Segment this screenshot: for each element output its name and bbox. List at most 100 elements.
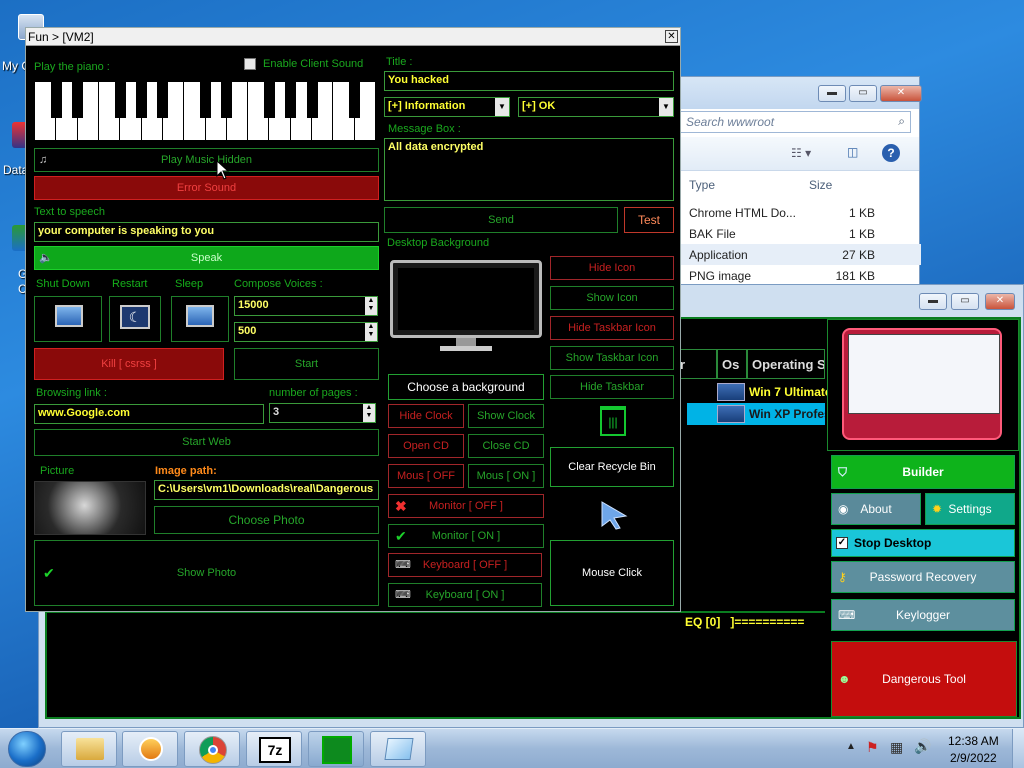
- test-button[interactable]: Test: [624, 207, 674, 233]
- voice-duration-input[interactable]: 500 ▲ ▼: [234, 322, 378, 342]
- piano-black-key[interactable]: [306, 82, 318, 118]
- play-music-hidden-button[interactable]: ♫ Play Music Hidden: [34, 148, 379, 172]
- search-input[interactable]: Search wwwroot ⌕: [679, 111, 911, 133]
- restart-button[interactable]: ☾: [109, 296, 161, 342]
- chevron-down-icon[interactable]: ▼: [495, 98, 509, 116]
- clear-recycle-bin-button[interactable]: Clear Recycle Bin: [550, 447, 674, 487]
- about-button[interactable]: ◉ About: [831, 493, 921, 525]
- piano-black-key[interactable]: [349, 82, 361, 118]
- dangerous-tool-button[interactable]: ☻ Dangerous Tool: [831, 641, 1017, 717]
- piano-black-key[interactable]: [285, 82, 297, 118]
- send-button[interactable]: Send: [384, 207, 618, 233]
- voice-frequency-input[interactable]: 15000 ▲ ▼: [234, 296, 378, 316]
- fun-window[interactable]: Fun > [VM2] ✕ Play the piano : Enable Cl…: [25, 27, 681, 612]
- network-icon[interactable]: ▦: [890, 739, 903, 756]
- start-orb-icon[interactable]: [8, 731, 46, 767]
- clock-time[interactable]: 12:38 AM: [948, 734, 999, 748]
- column-operating-system[interactable]: Operating Sys: [747, 349, 825, 379]
- piano-black-key[interactable]: [72, 82, 84, 118]
- monitor-off-button[interactable]: ✖ Monitor [ OFF ]: [388, 494, 544, 518]
- piano-keyboard[interactable]: [34, 81, 376, 141]
- taskbar-media-player[interactable]: [122, 731, 178, 767]
- search-icon[interactable]: ⌕: [898, 114, 905, 129]
- taskbar-chrome[interactable]: [184, 731, 240, 767]
- desktop-preview[interactable]: [827, 319, 1019, 451]
- show-hidden-icons-chevron[interactable]: ▲: [846, 741, 856, 752]
- chevron-down-icon[interactable]: ▼: [659, 98, 673, 116]
- hide-taskbar-icon-button[interactable]: Hide Taskbar Icon: [550, 316, 674, 340]
- piano-black-key[interactable]: [50, 82, 62, 118]
- show-desktop-button[interactable]: [1012, 729, 1024, 768]
- view-options-icon[interactable]: ☷ ▾: [791, 146, 811, 160]
- file-row[interactable]: BAK File 1 KB: [671, 223, 921, 244]
- spinner-arrows-icon[interactable]: ▲ ▼: [365, 323, 377, 341]
- mouse-on-button[interactable]: Mous [ ON ]: [468, 464, 544, 488]
- rat-close-button[interactable]: ✕: [985, 293, 1015, 310]
- file-row[interactable]: PNG image 181 KB: [671, 265, 921, 286]
- client-row[interactable]: Win 7 Ultimate: [687, 381, 832, 403]
- icon-type-select[interactable]: [+] Information ▼: [384, 97, 510, 117]
- keyboard-off-button[interactable]: ⌨ Keyboard [ OFF ]: [388, 553, 542, 577]
- mouse-off-button[interactable]: Mous [ OFF: [388, 464, 464, 488]
- speech-text-input[interactable]: your computer is speaking to you: [34, 222, 379, 242]
- keylogger-button[interactable]: ⌨ Keylogger: [831, 599, 1015, 631]
- explorer-window[interactable]: ▬ ▭ ✕ Search wwwroot ⌕ ☷ ▾ ◫ ? Type Size…: [670, 76, 922, 291]
- show-photo-button[interactable]: ✔ Show Photo: [34, 540, 379, 606]
- sleep-button[interactable]: [171, 296, 229, 342]
- column-os[interactable]: Os: [717, 349, 747, 379]
- monitor-on-button[interactable]: ✔ Monitor [ ON ]: [388, 524, 544, 548]
- show-clock-button[interactable]: Show Clock: [468, 404, 544, 428]
- spinner-arrows-icon[interactable]: ▲ ▼: [363, 404, 375, 422]
- taskbar-rat-app[interactable]: [308, 731, 364, 767]
- open-cd-button[interactable]: Open CD: [388, 434, 464, 458]
- hide-taskbar-button[interactable]: Hide Taskbar: [550, 375, 674, 399]
- piano-black-key[interactable]: [157, 82, 169, 118]
- maximize-button[interactable]: ▭: [849, 85, 877, 102]
- taskbar-notepad[interactable]: [370, 731, 426, 767]
- error-sound-button[interactable]: Error Sound: [34, 176, 379, 200]
- choose-background-button[interactable]: Choose a background: [388, 374, 544, 400]
- help-icon[interactable]: ?: [882, 144, 900, 162]
- hide-clock-button[interactable]: Hide Clock: [388, 404, 464, 428]
- hide-icon-button[interactable]: Hide Icon: [550, 256, 674, 280]
- rat-maximize-button[interactable]: ▭: [951, 293, 979, 310]
- close-button[interactable]: ✕: [880, 85, 922, 102]
- settings-button[interactable]: ✹ Settings: [925, 493, 1015, 525]
- button-type-select[interactable]: [+] OK ▼: [518, 97, 674, 117]
- minimize-button[interactable]: ▬: [818, 85, 846, 102]
- pages-input[interactable]: 3 ▲ ▼: [269, 403, 376, 423]
- action-center-flag-icon[interactable]: ⚑: [866, 739, 879, 756]
- start-web-button[interactable]: Start Web: [34, 429, 379, 456]
- password-recovery-button[interactable]: ⚷ Password Recovery: [831, 561, 1015, 593]
- client-row[interactable]: Win XP Profes: [687, 403, 825, 425]
- mouse-click-button[interactable]: Mouse Click: [550, 540, 674, 606]
- preview-pane-icon[interactable]: ◫: [847, 145, 858, 159]
- piano-black-key[interactable]: [136, 82, 148, 118]
- kill-csrss-button[interactable]: Kill [ csrss ]: [34, 348, 224, 380]
- rat-minimize-button[interactable]: ▬: [919, 293, 947, 310]
- piano-black-key[interactable]: [200, 82, 211, 118]
- taskbar-7zip[interactable]: 7z: [246, 731, 302, 767]
- enable-client-sound-checkbox[interactable]: [244, 58, 256, 70]
- stop-desktop-toggle[interactable]: ✓ Stop Desktop: [831, 529, 1015, 557]
- spinner-arrows-icon[interactable]: ▲ ▼: [365, 297, 377, 315]
- shut-down-button[interactable]: [34, 296, 102, 342]
- file-row[interactable]: Chrome HTML Do... 1 KB: [671, 202, 921, 223]
- choose-photo-button[interactable]: Choose Photo: [154, 506, 379, 534]
- taskbar-explorer[interactable]: [61, 731, 117, 767]
- column-type[interactable]: Type: [689, 178, 715, 192]
- close-cd-button[interactable]: Close CD: [468, 434, 544, 458]
- start-voice-button[interactable]: Start: [234, 348, 379, 380]
- piano-black-key[interactable]: [114, 82, 126, 118]
- piano-black-key[interactable]: [221, 82, 233, 118]
- volume-icon[interactable]: 🔊: [914, 738, 931, 755]
- title-input[interactable]: You hacked: [384, 71, 674, 91]
- piano-black-key[interactable]: [263, 82, 275, 118]
- browsing-link-input[interactable]: www.Google.com: [34, 404, 264, 424]
- fun-titlebar[interactable]: Fun > [VM2] ✕: [26, 28, 680, 46]
- clock-date[interactable]: 2/9/2022: [950, 751, 997, 765]
- column-r[interactable]: r: [675, 349, 717, 379]
- show-icon-button[interactable]: Show Icon: [550, 286, 674, 310]
- close-icon[interactable]: ✕: [665, 30, 678, 43]
- image-path-input[interactable]: C:\Users\vm1\Downloads\real\Dangerous: [154, 480, 379, 500]
